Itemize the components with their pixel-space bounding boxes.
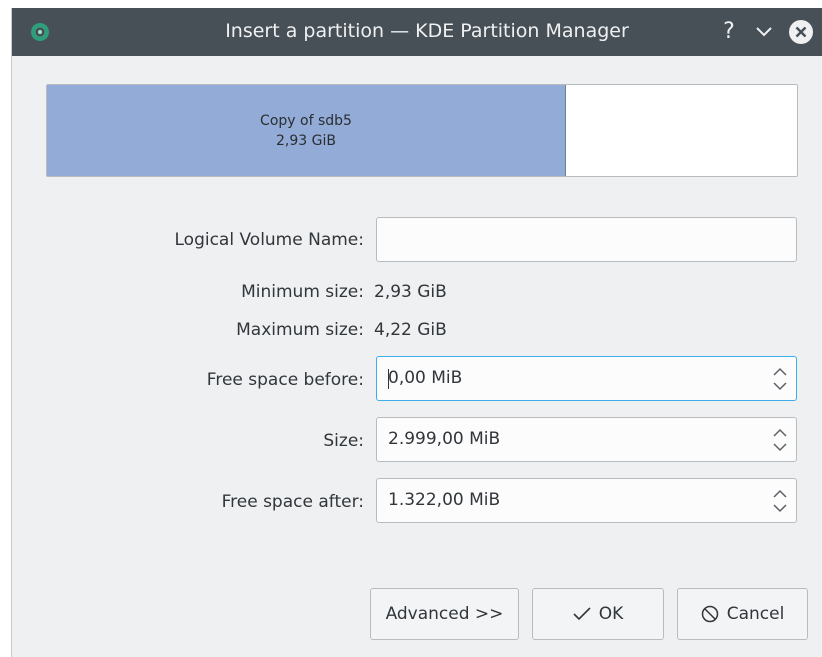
window-title: Insert a partition — KDE Partition Manag… (225, 20, 629, 42)
free-before-value: 0,00 MiB (388, 368, 463, 388)
partition-block[interactable]: Copy of sdb5 2,93 GiB (47, 85, 566, 176)
lv-name-input[interactable] (376, 217, 797, 262)
dialog-window: Insert a partition — KDE Partition Manag… (12, 8, 822, 657)
spin-arrows-icon[interactable] (772, 365, 788, 393)
advanced-button-label: Advanced >> (385, 604, 504, 624)
close-button[interactable] (788, 19, 814, 45)
title-bar[interactable]: Insert a partition — KDE Partition Manag… (12, 8, 822, 56)
ok-button[interactable]: OK (532, 588, 664, 640)
free-before-spinbox[interactable]: 0,00 MiB (376, 356, 797, 401)
help-icon: ? (723, 19, 735, 44)
lv-name-label: Logical Volume Name: (174, 230, 365, 250)
advanced-button[interactable]: Advanced >> (370, 588, 519, 640)
chevron-down-icon (756, 27, 772, 37)
spin-arrows-icon[interactable] (772, 487, 788, 515)
close-icon (789, 20, 813, 44)
max-size-value: 4,22 GiB (374, 320, 447, 340)
min-size-value: 2,93 GiB (374, 282, 447, 302)
free-before-label: Free space before: (206, 370, 364, 390)
partition-graph: Copy of sdb5 2,93 GiB (46, 84, 798, 177)
free-after-value: 1.322,00 MiB (388, 490, 501, 510)
cancel-icon (701, 605, 718, 623)
partition-name: Copy of sdb5 (260, 112, 352, 129)
max-size-label: Maximum size: (236, 320, 364, 340)
cancel-button[interactable]: Cancel (677, 588, 808, 640)
free-after-label: Free space after: (221, 492, 364, 512)
cancel-button-label: Cancel (726, 604, 785, 624)
minimize-button[interactable] (752, 20, 776, 44)
size-spinbox[interactable]: 2.999,00 MiB (376, 417, 797, 462)
size-value: 2.999,00 MiB (388, 429, 501, 449)
size-label: Size: (323, 431, 364, 451)
min-size-label: Minimum size: (241, 282, 364, 302)
free-after-spinbox[interactable]: 1.322,00 MiB (376, 478, 797, 523)
spin-arrows-icon[interactable] (772, 426, 788, 454)
ok-button-label: OK (598, 604, 624, 624)
help-button[interactable]: ? (717, 20, 741, 44)
partition-size: 2,93 GiB (276, 132, 336, 149)
checkmark-icon (573, 607, 591, 621)
